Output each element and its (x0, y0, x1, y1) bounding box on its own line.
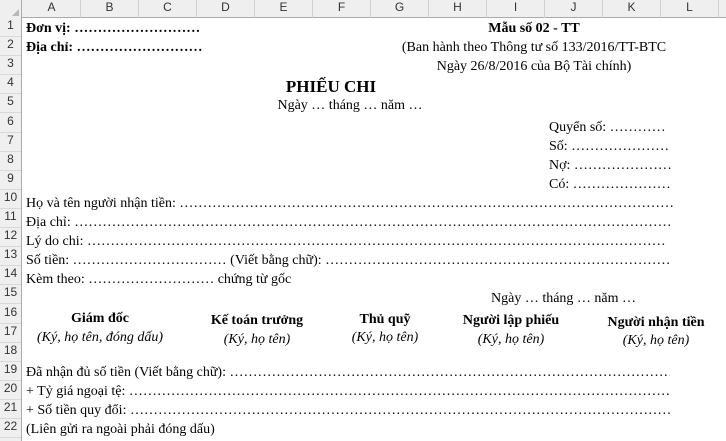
sign-date-line: Ngày … tháng … năm … (491, 291, 637, 306)
row-header-3[interactable]: 3 (0, 56, 21, 76)
attached-field[interactable]: Kèm theo: ……………………… chứng từ gốc (26, 270, 291, 289)
row-header-8[interactable]: 8 (0, 152, 21, 171)
column-header-a[interactable]: A (23, 0, 81, 18)
signature-note-chief-accountant: (Ký, họ tên) (223, 332, 291, 347)
recipient-field[interactable]: Họ và tên người nhận tiền: …………………………………… (26, 194, 674, 213)
signature-note-recipient: (Ký, họ tên) (622, 333, 690, 348)
row-header-16[interactable]: 16 (0, 305, 21, 324)
row-header-21[interactable]: 21 (0, 400, 21, 420)
column-header-j[interactable]: J (545, 0, 603, 18)
signature-note-preparer: (Ký, họ tên) (477, 332, 545, 347)
signature-role-chief-accountant: Kế toán trưởng (210, 313, 304, 328)
issued-by: (Ban hành theo Thông tư số 133/2016/TT-B… (401, 40, 667, 55)
row-header-20[interactable]: 20 (0, 381, 21, 400)
column-header-h[interactable]: H (429, 0, 487, 18)
row-header-bar: 1 2 3 4 5 6 7 8 9 10 11 12 13 14 15 16 17 18 19 20 21 22 (0, 18, 22, 441)
page-title: PHIẾU CHI (285, 77, 377, 96)
signature-role-director: Giám đốc (71, 311, 129, 326)
column-header-b[interactable]: B (81, 0, 139, 18)
stamp-note: (Liên gửi ra ngoài phải đóng dấu) (26, 422, 215, 437)
debit-field[interactable]: Nợ: ………………… (549, 156, 672, 175)
row-header-9[interactable]: 9 (0, 171, 21, 190)
column-header-bar: A B C D E F G H I J K L (0, 0, 726, 18)
address-header-field[interactable]: Địa chỉ: ……………………… (26, 38, 203, 57)
credit-field[interactable]: Có: ………………… (549, 175, 671, 194)
column-header-c[interactable]: C (139, 0, 197, 18)
row-header-2[interactable]: 2 (0, 37, 21, 57)
row-header-19[interactable]: 19 (0, 362, 21, 381)
row-header-1[interactable]: 1 (0, 18, 21, 38)
row-header-7[interactable]: 7 (0, 133, 21, 152)
row-header-13[interactable]: 13 (0, 247, 21, 267)
address-field[interactable]: Địa chỉ: …………………………………………………………………………………… (26, 213, 670, 232)
row-header-17[interactable]: 17 (0, 324, 21, 343)
issued-date: Ngày 26/8/2016 của Bộ Tài chính) (436, 59, 632, 74)
received-amount-field[interactable]: Đã nhận đủ số tiền (Viết bằng chữ): …………… (26, 363, 670, 382)
row-header-18[interactable]: 18 (0, 343, 21, 362)
signature-role-recipient: Người nhận tiền (607, 315, 705, 330)
row-header-11[interactable]: 11 (0, 209, 21, 229)
row-header-10[interactable]: 10 (0, 190, 21, 209)
voucher-number-field[interactable]: Số: ………………… (549, 137, 669, 156)
row-header-6[interactable]: 6 (0, 114, 21, 133)
column-header-g[interactable]: G (371, 0, 429, 18)
select-all-corner[interactable] (0, 0, 22, 18)
signature-role-preparer: Người lập phiếu (462, 313, 560, 328)
row-header-14[interactable]: 14 (0, 266, 21, 286)
row-header-4[interactable]: 4 (0, 75, 21, 95)
row-header-12[interactable]: 12 (0, 228, 21, 248)
row-header-15[interactable]: 15 (0, 285, 21, 305)
column-header-i[interactable]: I (487, 0, 545, 18)
converted-amount-field[interactable]: + Số tiền quy đổi: ………………………………………………………… (26, 401, 670, 420)
column-header-e[interactable]: E (255, 0, 313, 18)
form-number: Mẫu số 02 - TT (488, 21, 580, 36)
exchange-rate-field[interactable]: + Tỷ giá ngoại tệ: ………………………………………………………… (26, 382, 670, 401)
signature-role-cashier: Thủ quỹ (359, 312, 411, 327)
row-header-22[interactable]: 22 (0, 419, 21, 439)
reason-field[interactable]: Lý do chi: ……………………………………………………………………………… (26, 232, 666, 251)
column-header-k[interactable]: K (603, 0, 661, 18)
column-header-l[interactable]: L (661, 0, 719, 18)
unit-field[interactable]: Đơn vị: ……………………… (26, 19, 200, 38)
signature-note-cashier: (Ký, họ tên) (351, 330, 419, 345)
column-header-d[interactable]: D (197, 0, 255, 18)
date-line: Ngày … tháng … năm … (277, 98, 423, 113)
book-number-field[interactable]: Quyển số: ………… (549, 118, 666, 137)
column-header-f[interactable]: F (313, 0, 371, 18)
row-header-5[interactable]: 5 (0, 94, 21, 114)
amount-field[interactable]: Số tiền: …………………………… (Viết bằng chữ): ……… (26, 251, 670, 270)
signature-note-director: (Ký, họ tên, đóng dấu) (37, 330, 163, 345)
